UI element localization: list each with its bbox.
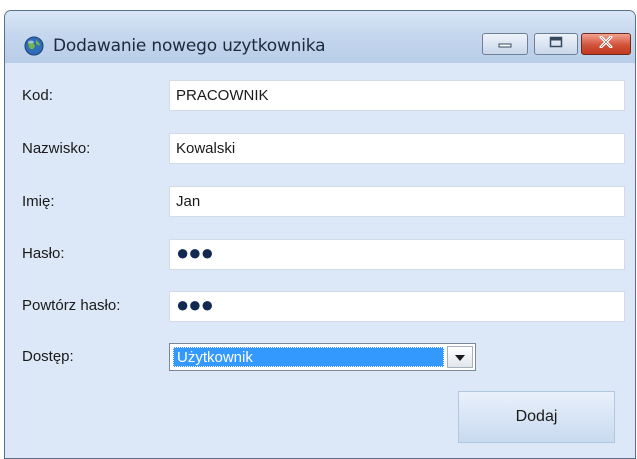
kod-label: Kod: (22, 87, 53, 104)
imie-label: Imię: (22, 193, 55, 210)
dostep-label: Dostęp: (22, 348, 74, 365)
form-area: Kod: PRACOWNIK Nazwisko: Kowalski Imię: … (5, 63, 635, 458)
globe-icon (24, 36, 44, 56)
title-bar[interactable]: Dodawanie nowego uzytkownika (5, 11, 635, 63)
dostep-selected-value: Użytkownik (173, 347, 444, 367)
powtorz-haslo-field[interactable]: ●●● (169, 291, 625, 322)
haslo-field[interactable]: ●●● (169, 239, 625, 270)
dropdown-arrow-icon (455, 348, 465, 366)
close-button[interactable] (581, 33, 631, 55)
maximize-button[interactable] (534, 33, 578, 55)
dostep-dropdown-button[interactable] (447, 346, 473, 368)
kod-field[interactable]: PRACOWNIK (169, 80, 625, 111)
minimize-icon (498, 35, 512, 53)
minimize-button[interactable] (482, 33, 528, 55)
window-title: Dodawanie nowego uzytkownika (53, 36, 326, 56)
nazwisko-label: Nazwisko: (22, 140, 91, 157)
maximize-icon (549, 35, 563, 53)
haslo-label: Hasło: (22, 245, 65, 262)
dialog-window: Dodawanie nowego uzytkownika Kod: PRACOW… (4, 10, 636, 459)
nazwisko-field[interactable]: Kowalski (169, 133, 625, 164)
haslo-masked-value: ●●● (176, 240, 214, 265)
dostep-select[interactable]: Użytkownik (169, 343, 476, 371)
powtorz-haslo-label: Powtórz hasło: (22, 297, 121, 314)
powtorz-haslo-masked-value: ●●● (176, 292, 214, 317)
imie-field[interactable]: Jan (169, 186, 625, 217)
add-button[interactable]: Dodaj (458, 391, 615, 443)
close-icon (599, 35, 613, 53)
